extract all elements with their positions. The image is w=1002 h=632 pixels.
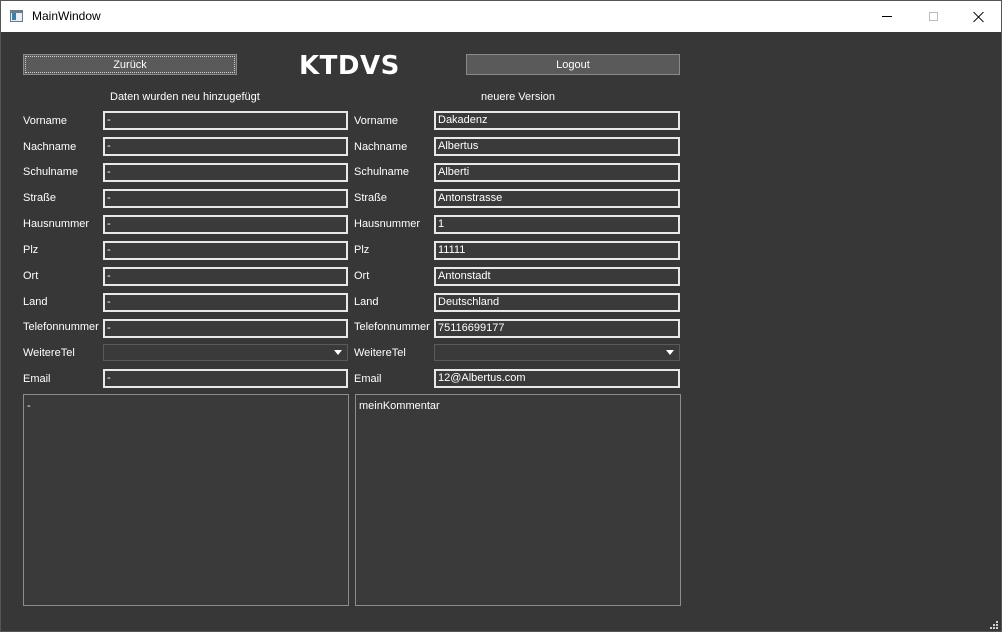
left-label-nachname: Nachname (23, 141, 77, 153)
right-label-land: Land (354, 296, 379, 308)
right-field-hausnummer[interactable]: 1 (434, 215, 680, 234)
left-field-email[interactable]: - (103, 369, 348, 388)
left-field-vorname[interactable]: - (103, 111, 348, 130)
right-field-telefonnummer[interactable]: 75116699177 (434, 319, 680, 338)
left-field-hausnummer[interactable]: - (103, 215, 348, 234)
right-field-strasse[interactable]: Antonstrasse (434, 189, 680, 208)
minimize-icon (882, 16, 892, 17)
left-field-ort[interactable]: - (103, 267, 348, 286)
resize-grip-icon[interactable] (990, 621, 998, 629)
right-label-plz: Plz (354, 244, 370, 256)
left-label-telefonnummer: Telefonnummer (23, 321, 99, 333)
right-label-schulname: Schulname (354, 166, 410, 178)
left-field-land[interactable]: - (103, 293, 348, 312)
right-field-nachname[interactable]: Albertus (434, 137, 680, 156)
right-field-vorname[interactable]: Dakadenz (434, 111, 680, 130)
minimize-button[interactable] (864, 1, 910, 32)
logout-button[interactable]: Logout (466, 54, 680, 75)
right-section-title: neuere Version (481, 91, 555, 103)
left-label-email: Email (23, 373, 51, 385)
close-icon (973, 11, 985, 23)
right-field-land[interactable]: Deutschland (434, 293, 680, 312)
main-window: MainWindow Zurück KTDVS Logout Daten wur… (0, 0, 1002, 632)
maximize-icon (928, 12, 938, 21)
right-field-plz[interactable]: 11111 (434, 241, 680, 260)
content-area: Zurück KTDVS Logout Daten wurden neu hin… (1, 32, 1001, 631)
right-field-ort[interactable]: Antonstadt (434, 267, 680, 286)
brand-title: KTDVS (299, 51, 400, 81)
right-label-weiteretel: WeitereTel (354, 347, 406, 359)
title-bar[interactable]: MainWindow (1, 1, 1001, 32)
maximize-button[interactable] (910, 1, 956, 32)
left-field-plz[interactable]: - (103, 241, 348, 260)
left-label-vorname: Vorname (23, 115, 68, 127)
left-label-weiteretel: WeitereTel (23, 347, 75, 359)
chevron-down-icon (334, 350, 342, 355)
right-field-email[interactable]: 12@Albertus.com (434, 369, 680, 388)
left-field-strasse[interactable]: - (103, 189, 348, 208)
back-button[interactable]: Zurück (23, 54, 237, 75)
right-label-telefonnummer: Telefonnummer (354, 321, 430, 333)
app-window-icon (10, 10, 23, 22)
left-field-telefonnummer[interactable]: - (103, 319, 348, 338)
right-weiteretel-combo[interactable] (434, 344, 680, 361)
right-comment-textarea[interactable]: meinKommentar (355, 394, 681, 606)
left-label-land: Land (23, 296, 48, 308)
close-button[interactable] (956, 1, 1002, 32)
left-label-schulname: Schulname (23, 166, 79, 178)
right-label-strasse: Straße (354, 192, 388, 204)
right-label-ort: Ort (354, 270, 370, 282)
right-label-email: Email (354, 373, 382, 385)
left-field-nachname[interactable]: - (103, 137, 348, 156)
left-label-hausnummer: Hausnummer (23, 218, 90, 230)
left-field-schulname[interactable]: - (103, 163, 348, 182)
right-field-schulname[interactable]: Alberti (434, 163, 680, 182)
right-label-vorname: Vorname (354, 115, 399, 127)
left-label-strasse: Straße (23, 192, 57, 204)
window-title: MainWindow (32, 9, 101, 23)
right-label-hausnummer: Hausnummer (354, 218, 421, 230)
left-label-plz: Plz (23, 244, 39, 256)
chevron-down-icon (666, 350, 674, 355)
left-label-ort: Ort (23, 270, 39, 282)
left-comment-textarea[interactable]: - (23, 394, 349, 606)
right-label-nachname: Nachname (354, 141, 408, 153)
left-weiteretel-combo[interactable] (103, 344, 348, 361)
left-section-title: Daten wurden neu hinzugefügt (110, 91, 260, 103)
